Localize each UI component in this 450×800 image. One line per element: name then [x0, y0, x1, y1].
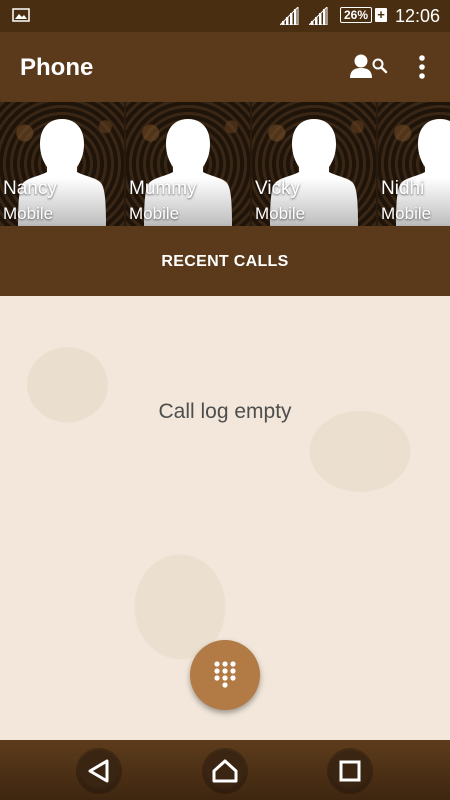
favorite-contact-type: Mobile: [381, 204, 432, 223]
contact-search-button[interactable]: [349, 52, 389, 82]
dialpad-button[interactable]: [190, 640, 260, 710]
favorites-strip: Nancy Mobile Mummy Mobile Vicky Mobile N…: [0, 102, 450, 226]
signal-icon: [278, 5, 300, 30]
home-icon: [212, 759, 238, 783]
recent-calls-header: RECENT CALLS: [0, 226, 450, 296]
favorite-contact-name: Nancy: [3, 178, 57, 199]
status-bar: 26% + 12:06: [0, 0, 450, 32]
battery-percent: 26%: [340, 7, 372, 23]
phone-screen: 26% + 12:06 Phone Nancy Mobile Mummy Mob…: [0, 0, 450, 800]
page-title: Phone: [20, 54, 94, 81]
favorite-contact-card[interactable]: Nancy Mobile: [0, 102, 124, 226]
favorite-contact-card[interactable]: Vicky Mobile: [252, 102, 376, 226]
signal-icon: [307, 5, 329, 30]
back-icon: [88, 759, 109, 783]
favorite-contact-type: Mobile: [129, 204, 180, 223]
image-notification-icon: [12, 8, 30, 22]
back-button[interactable]: [78, 750, 120, 792]
charging-icon: +: [375, 8, 387, 22]
call-log-empty-message: Call log empty: [158, 400, 292, 423]
overflow-menu-button[interactable]: [410, 52, 434, 82]
favorite-contact-type: Mobile: [255, 204, 306, 223]
app-bar: Phone: [0, 32, 450, 102]
favorite-contact-name: Mummy: [129, 178, 197, 199]
contact-search-icon: [350, 54, 388, 78]
favorite-contact-card[interactable]: Mummy Mobile: [126, 102, 250, 226]
favorite-contact-name: Vicky: [255, 178, 301, 199]
recents-icon: [339, 760, 361, 782]
status-clock: 12:06: [394, 6, 440, 26]
navigation-bar: [0, 740, 450, 800]
dialpad-icon: [214, 661, 236, 688]
favorite-contact-card[interactable]: Nidhi Mobile: [378, 102, 450, 226]
recent-calls-title: RECENT CALLS: [161, 253, 289, 270]
more-vert-icon: [419, 55, 425, 79]
home-button[interactable]: [204, 750, 246, 792]
recents-button[interactable]: [329, 750, 371, 792]
favorite-contact-type: Mobile: [3, 204, 54, 223]
battery-icon: 26% +: [340, 7, 387, 23]
call-log-area: Call log empty: [0, 296, 450, 740]
favorite-contact-name: Nidhi: [381, 178, 425, 199]
